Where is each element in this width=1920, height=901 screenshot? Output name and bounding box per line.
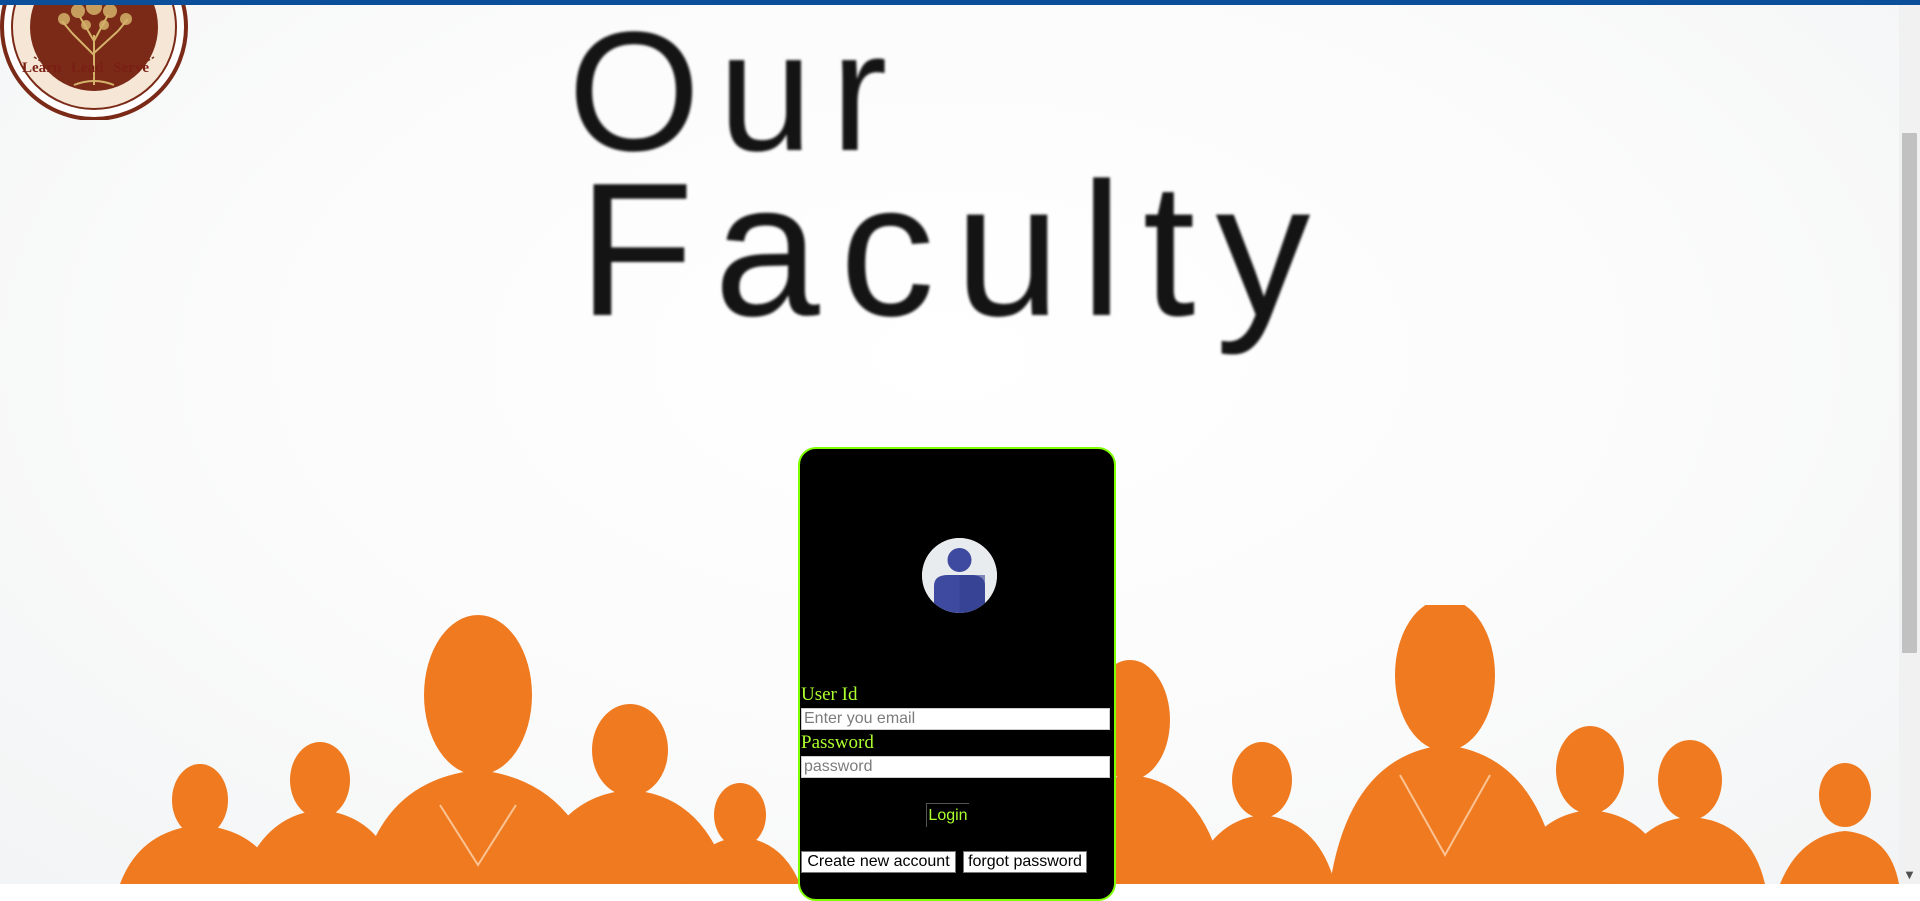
logo-motto: Learn Lead Serve: [22, 60, 149, 76]
create-account-button[interactable]: Create new account: [801, 851, 956, 873]
user-id-label: User Id: [801, 684, 858, 705]
scrollbar-thumb[interactable]: [1902, 133, 1917, 653]
password-label: Password: [801, 732, 874, 753]
password-input[interactable]: [801, 756, 1110, 778]
login-button[interactable]: Login: [926, 803, 969, 827]
page-scrollbar[interactable]: ▼: [1899, 5, 1920, 884]
forgot-password-button[interactable]: forgot password: [963, 851, 1087, 873]
scroll-down-arrow-icon[interactable]: ▼: [1899, 867, 1920, 884]
hero-title-line2: Faculty: [578, 144, 1331, 356]
university-logo: Learn Lead Serve: [0, 5, 190, 135]
user-avatar-icon: [922, 538, 997, 613]
login-card: User Id Password Login Create new accoun…: [798, 447, 1116, 901]
email-input[interactable]: [801, 708, 1110, 730]
